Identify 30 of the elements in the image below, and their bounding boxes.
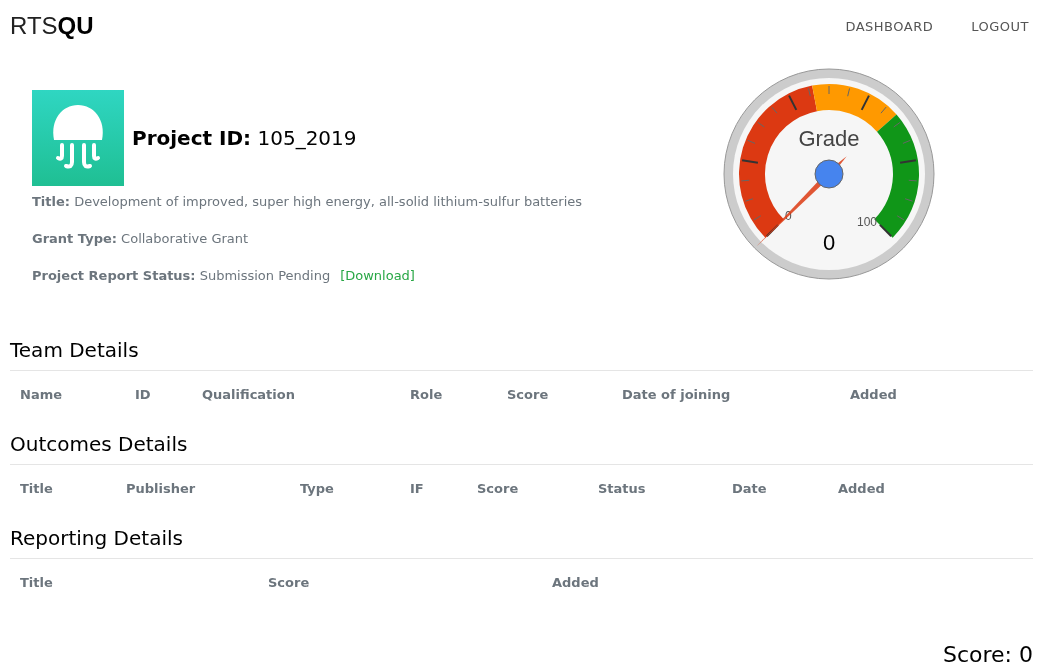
column-header: Added xyxy=(838,481,886,496)
column-header: Title xyxy=(20,575,54,590)
column-header: Date xyxy=(732,481,768,496)
column-header: Score xyxy=(477,481,520,496)
score-total: Score: 0 xyxy=(941,642,1033,665)
column-header: Status xyxy=(598,481,647,496)
column-header: Role xyxy=(410,387,444,402)
section-title: Outcomes Details xyxy=(10,426,1033,465)
brand-logo[interactable]: RTSQU xyxy=(10,12,94,40)
field-text: Grant Type: Collaborative Grant xyxy=(32,231,249,246)
column-header: Publisher xyxy=(126,481,197,496)
column-header: Added xyxy=(850,387,898,402)
nav-link[interactable]: LOGOUT xyxy=(971,18,1029,34)
column-header: Score xyxy=(507,387,550,402)
column-header: Title xyxy=(20,481,54,496)
field-text: Project Report Status: Submission Pending xyxy=(32,268,331,283)
column-header: Type xyxy=(300,481,335,496)
column-header: Qualification xyxy=(202,387,296,402)
nav-link[interactable]: DASHBOARD xyxy=(845,18,934,34)
section-title: Reporting Details xyxy=(10,520,1033,559)
column-header: Name xyxy=(20,387,63,402)
column-header: ID xyxy=(135,387,152,402)
column-header: Score xyxy=(268,575,311,590)
jellyfish-logo-icon xyxy=(32,90,124,186)
column-header: IF xyxy=(410,481,425,496)
section-title: Team Details xyxy=(10,332,1033,371)
project-id: Project ID: 105_2019 xyxy=(132,126,357,150)
field-text: Title: Development of improved, super high energy, all-solid lithium-sulfur batteries xyxy=(32,194,583,209)
column-header: Date of joining xyxy=(622,387,732,402)
column-header: Added xyxy=(552,575,600,590)
